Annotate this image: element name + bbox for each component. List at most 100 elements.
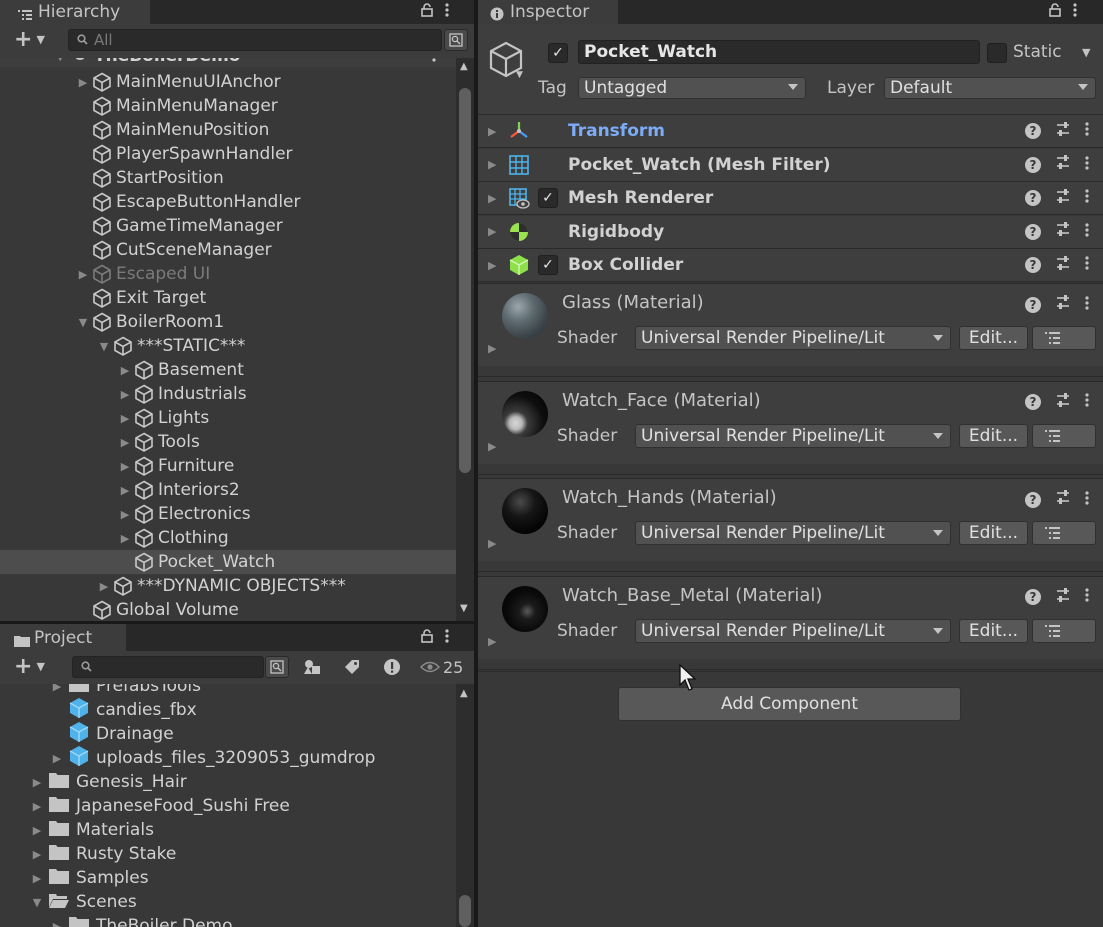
filter-by-label-button[interactable] — [336, 654, 368, 680]
expand-arrow-right-icon[interactable]: ▶ — [118, 508, 132, 521]
tab-hierarchy[interactable]: Hierarchy — [0, 0, 150, 24]
kebab-menu-icon[interactable] — [1085, 155, 1089, 175]
expand-arrow-right-icon[interactable]: ▶ — [118, 484, 132, 497]
expand-arrow-right-icon[interactable]: ▶ — [488, 537, 496, 550]
expand-arrow-right-icon[interactable]: ▶ — [30, 776, 44, 789]
expand-arrow-down-icon[interactable]: ▼ — [97, 340, 111, 353]
component-enabled-checkbox[interactable]: ✓ — [538, 255, 558, 275]
static-dropdown-icon[interactable]: ▼ — [1082, 46, 1090, 59]
kebab-menu-icon[interactable] — [1085, 188, 1089, 208]
search-scope-button[interactable] — [265, 656, 289, 678]
presets-sliders-icon[interactable] — [1055, 121, 1071, 142]
help-icon[interactable]: ? — [1025, 156, 1041, 173]
hierarchy-row[interactable]: ▼ BoilerRoom1 — [0, 310, 456, 334]
kebab-menu-icon[interactable] — [1085, 587, 1089, 607]
component-header[interactable]: ▶ ✓ Box Collider? — [478, 249, 1103, 282]
expand-arrow-right-icon[interactable]: ▶ — [488, 225, 496, 238]
help-icon[interactable]: ? — [1025, 223, 1041, 240]
scroll-up-icon[interactable]: ▲ — [460, 61, 468, 72]
expand-arrow-right-icon[interactable]: ▶ — [30, 824, 44, 837]
project-item[interactable]: ▼ Scenes — [30, 890, 137, 914]
help-icon[interactable]: ? — [1025, 257, 1041, 273]
add-component-button[interactable]: Add Component — [618, 687, 961, 721]
help-icon[interactable]: ? — [1025, 589, 1041, 605]
hidden-packages-toggle[interactable]: 25 — [420, 656, 463, 678]
expand-arrow-right-icon[interactable]: ▶ — [50, 752, 64, 765]
filter-by-log-type-button[interactable] — [376, 654, 408, 680]
shader-dropdown[interactable]: Universal Render Pipeline/Lit — [635, 423, 951, 448]
project-item[interactable]: Drainage — [50, 721, 174, 746]
help-icon[interactable]: ? — [1025, 190, 1041, 206]
hierarchy-row[interactable]: ▼ ***STATIC*** — [0, 334, 456, 358]
expand-arrow-right-icon[interactable]: ▶ — [118, 436, 132, 449]
expand-arrow-right-icon[interactable]: ▶ — [118, 412, 132, 425]
kebab-menu-icon[interactable] — [1085, 392, 1089, 412]
presets-sliders-icon[interactable] — [1055, 188, 1071, 209]
presets-sliders-icon[interactable] — [1055, 294, 1071, 315]
project-search-input[interactable] — [72, 656, 264, 678]
help-icon[interactable]: ? — [1025, 394, 1041, 410]
presets-sliders-icon[interactable] — [1055, 154, 1071, 175]
filter-by-type-button[interactable] — [296, 654, 328, 680]
component-header[interactable]: ▶ Pocket_Watch (Mesh Filter)? — [478, 148, 1103, 182]
material-preview-sphere[interactable] — [502, 293, 548, 339]
component-enabled-checkbox[interactable]: ✓ — [538, 188, 558, 208]
hierarchy-row[interactable]: MainMenuManager — [0, 94, 456, 118]
scene-header[interactable]: ▼ TheBoilerDemo — [0, 58, 456, 67]
presets-sliders-icon[interactable] — [1055, 392, 1071, 413]
expand-arrow-right-icon[interactable]: ▶ — [50, 684, 64, 693]
tab-inspector[interactable]: Inspector — [478, 0, 618, 24]
hierarchy-row[interactable]: MainMenuPosition — [0, 118, 456, 142]
expand-arrow-right-icon[interactable]: ▶ — [488, 342, 496, 355]
edit-shader-button[interactable]: Edit... — [959, 521, 1028, 545]
presets-sliders-icon[interactable] — [1055, 587, 1071, 608]
shader-dropdown[interactable]: Universal Render Pipeline/Lit — [635, 521, 951, 545]
expand-arrow-down-icon[interactable]: ▼ — [30, 896, 44, 909]
expand-arrow-right-icon[interactable]: ▶ — [118, 388, 132, 401]
hierarchy-row[interactable]: ▶ Basement — [0, 358, 456, 382]
hierarchy-row[interactable]: PlayerSpawnHandler — [0, 142, 456, 166]
expand-arrow-right-icon[interactable]: ▶ — [118, 364, 132, 377]
project-item[interactable]: ▶ Materials — [30, 818, 154, 842]
expand-arrow-right-icon[interactable]: ▶ — [97, 580, 111, 593]
project-item[interactable]: ▶ Rusty Stake — [30, 842, 177, 866]
kebab-menu-icon[interactable] — [1085, 222, 1089, 242]
hierarchy-row[interactable]: EscapeButtonHandler — [0, 190, 456, 214]
edit-shader-button[interactable]: Edit... — [959, 618, 1028, 643]
project-item[interactable]: ▶ JapaneseFood_Sushi Free — [30, 794, 290, 818]
hierarchy-row[interactable]: Global Volume — [0, 598, 456, 621]
expand-arrow-right-icon[interactable]: ▶ — [488, 440, 496, 453]
shader-options-button[interactable] — [1032, 521, 1096, 545]
expand-arrow-right-icon[interactable]: ▶ — [488, 125, 496, 138]
expand-arrow-right-icon[interactable]: ▶ — [118, 460, 132, 473]
expand-arrow-down-icon[interactable]: ▼ — [76, 316, 90, 329]
hierarchy-row[interactable]: GameTimeManager — [0, 214, 456, 238]
expand-arrow-right-icon[interactable]: ▶ — [30, 872, 44, 885]
gameobject-cube-icon[interactable]: ▼ — [488, 40, 524, 85]
component-header[interactable]: ▶ Transform? — [478, 115, 1103, 148]
hierarchy-row[interactable]: ▶ Clothing — [0, 526, 456, 550]
create-dropdown-button[interactable]: + ▼ — [14, 29, 45, 51]
expand-arrow-right-icon[interactable]: ▶ — [30, 848, 44, 861]
material-preview-sphere[interactable] — [502, 488, 548, 534]
hierarchy-scroll-thumb[interactable] — [459, 88, 471, 473]
project-item[interactable]: ▶ Samples — [30, 866, 149, 890]
expand-arrow-right-icon[interactable]: ▶ — [488, 259, 496, 272]
static-checkbox[interactable] — [987, 43, 1007, 63]
help-icon[interactable]: ? — [1025, 296, 1041, 313]
hierarchy-scrollbar[interactable]: ▲ ▼ — [456, 58, 474, 621]
component-header[interactable]: ▶ ✓ Mesh Renderer? — [478, 182, 1103, 215]
kebab-menu-icon[interactable] — [1085, 295, 1089, 315]
hierarchy-row[interactable]: ▶ Tools — [0, 430, 456, 454]
project-item[interactable]: ▶ TheBoiler Demo — [50, 914, 233, 927]
hierarchy-row[interactable]: Exit Target — [0, 286, 456, 310]
scroll-up-icon[interactable]: ▲ — [460, 688, 468, 699]
project-scroll-thumb[interactable] — [459, 895, 471, 927]
hierarchy-row[interactable]: ▶ Escaped UI — [0, 262, 456, 286]
material-preview-sphere[interactable] — [502, 390, 548, 437]
hierarchy-row[interactable]: Pocket_Watch — [0, 550, 456, 574]
shader-dropdown[interactable]: Universal Render Pipeline/Lit — [635, 618, 951, 643]
material-preview-sphere[interactable] — [502, 585, 548, 632]
expand-arrow-right-icon[interactable]: ▶ — [488, 192, 496, 205]
project-item[interactable]: ▶ uploads_files_3209053_gumdrop — [50, 745, 375, 770]
